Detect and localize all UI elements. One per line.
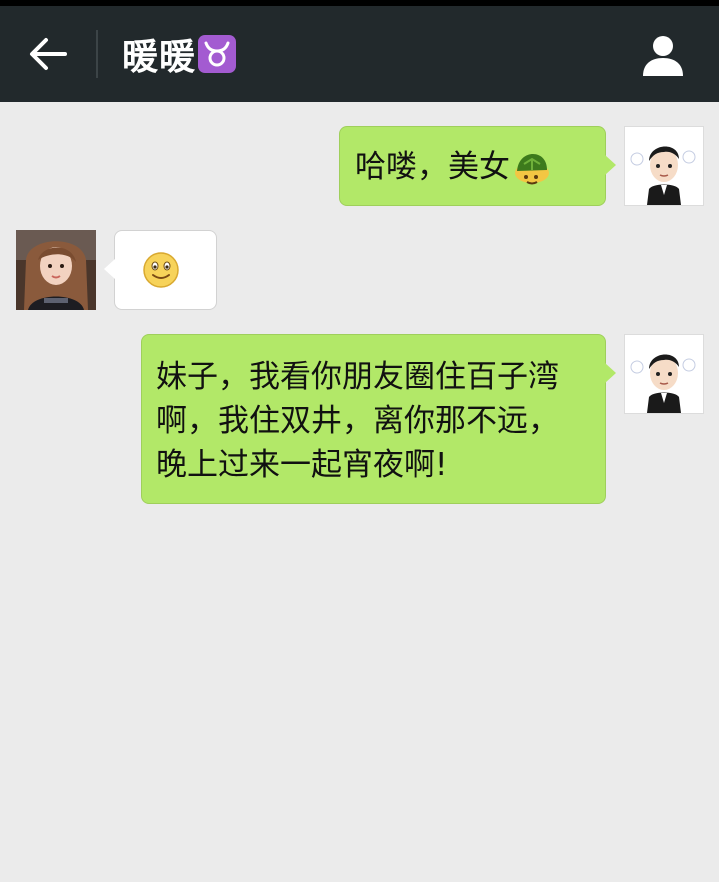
cartoon-man-avatar-icon <box>625 335 703 413</box>
message-text-line: 妹子，我看你朋友圈住百子湾 <box>156 359 559 395</box>
contact-photo-avatar-icon <box>16 230 96 310</box>
turtle-emoji-icon <box>512 151 552 187</box>
my-avatar[interactable] <box>624 334 704 414</box>
incoming-message-bubble[interactable] <box>104 230 217 310</box>
arrow-left-icon <box>30 38 67 70</box>
message-text-line: 晚上过来一起宵夜啊! <box>156 447 448 483</box>
bubble-tail <box>605 363 616 383</box>
contact-avatar[interactable] <box>16 230 96 310</box>
message-text: 哈喽，美女 <box>355 149 510 185</box>
cartoon-man-avatar-icon <box>625 127 703 205</box>
chat-title: 暖暖 <box>122 28 237 80</box>
bubble-tail <box>104 259 115 279</box>
contact-profile-button[interactable] <box>636 30 690 80</box>
outgoing-message-bubble[interactable]: 哈喽，美女 <box>339 126 616 206</box>
contact-name: 暖暖 <box>122 37 197 78</box>
header-divider <box>96 30 98 78</box>
message-text-line: 啊，我住双井，离你那不远， <box>156 403 559 439</box>
outgoing-message-bubble[interactable]: 妹子，我看你朋友圈住百子湾 啊，我住双井，离你那不远， 晚上过来一起宵夜啊! <box>141 334 616 504</box>
chat-header: 暖暖 <box>0 6 719 102</box>
user-profile-icon <box>643 36 683 76</box>
my-avatar[interactable] <box>624 126 704 206</box>
taurus-zodiac-icon <box>198 35 237 73</box>
bubble-tail <box>605 155 616 175</box>
back-button[interactable] <box>22 30 74 78</box>
smiley-emoji-icon <box>142 251 180 289</box>
